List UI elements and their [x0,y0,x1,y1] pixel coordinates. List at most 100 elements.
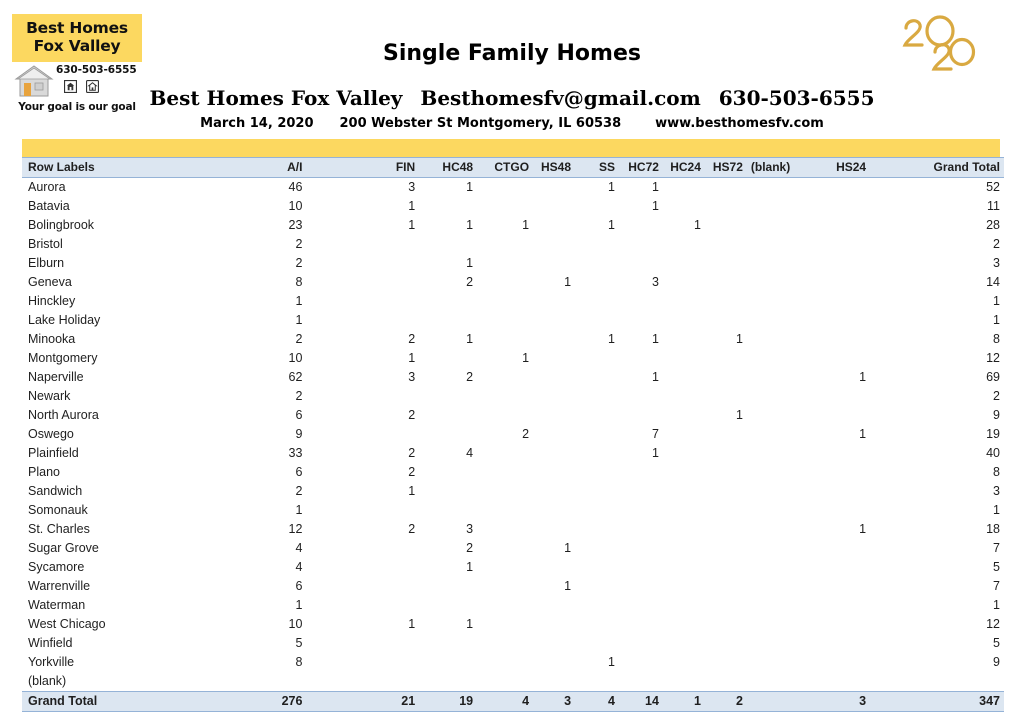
table-body: Aurora 46 3 1 1 1 52 Batavia 10 1 1 11 Bolingbrook 23… [22,178,1004,712]
cell-ai: 2 [295,256,303,270]
cell-hs24 [794,349,870,368]
cell-grand-total: 18 [986,522,1000,536]
cell-ai: 9 [295,427,303,441]
row-label[interactable]: Warrenville [22,577,247,596]
column-header-hs72[interactable]: HS72 [704,157,747,178]
row-label[interactable]: Oswego [22,425,247,444]
cell-hc48 [419,349,477,368]
cell-hs24 [794,577,870,596]
cell-grand-total: 3 [993,256,1000,270]
cell-blank [747,425,794,444]
row-label[interactable]: Geneva [22,273,247,292]
row-label[interactable]: Hinckley [22,292,247,311]
cell-hs24 [794,558,870,577]
row-label[interactable]: Batavia [22,197,247,216]
cell-fin: 2 [408,408,416,422]
table-row: St. Charles 12 2 3 1 18 [22,520,1004,539]
cell-hs72 [705,634,747,653]
cell-hs72 [705,463,747,482]
page-title: Single Family Homes [383,41,641,66]
column-header-grand-total[interactable]: Grand Total [870,157,1004,178]
cell-hs24 [794,672,870,692]
cell-grand-total: 12 [986,351,1000,365]
cell-ctgo [477,653,533,672]
row-label[interactable]: Plainfield [22,444,247,463]
row-label[interactable]: West Chicago [22,615,247,634]
cell-hs72 [705,577,747,596]
row-label[interactable]: North Aurora [22,406,247,425]
row-label[interactable]: Waterman [22,596,247,615]
column-header-hs24[interactable]: HS24 [794,157,871,178]
row-label[interactable]: Plano [22,463,247,482]
row-label[interactable]: Naperville [22,368,247,387]
row-label[interactable]: Newark [22,387,247,406]
cell-hs72 [705,311,747,330]
cell-grand-total: 3 [993,484,1000,498]
table-row: Bolingbrook 23 1 1 1 1 1 28 [22,216,1004,235]
column-header-hc24[interactable]: HC24 [662,157,705,178]
row-label[interactable]: Aurora [22,178,247,198]
row-label[interactable]: Montgomery [22,349,247,368]
cell-hs48 [533,178,575,198]
column-header-hs48[interactable]: HS48 [533,157,576,178]
cell-hs24 [794,653,870,672]
cell-grand-total: 9 [993,655,1000,669]
cell-ss: 1 [608,332,615,346]
cell-hc48 [419,672,477,692]
row-label[interactable]: Sandwich [22,482,247,501]
cell-grand-total: 1 [993,598,1000,612]
column-header-fin[interactable]: FIN [306,157,420,178]
cell-fin [306,292,419,311]
cell-hc72 [619,349,663,368]
column-header-row-labels[interactable]: Row Labels [22,157,247,178]
cell-fin: 1 [408,218,416,232]
row-label[interactable]: Elburn [22,254,247,273]
row-label[interactable]: Bristol [22,235,247,254]
cell-hc24 [663,539,705,558]
row-label[interactable]: Sugar Grove [22,539,247,558]
row-label[interactable]: Bolingbrook [22,216,247,235]
cell-hc24 [663,235,705,254]
row-label[interactable]: St. Charles [22,520,247,539]
cell-fin: 2 [408,465,416,479]
row-label[interactable]: Somonauk [22,501,247,520]
row-label[interactable]: Minooka [22,330,247,349]
year-2020-icon [898,12,976,74]
pivot-table-container: Row Labels A/I FIN HC48 CTGO HS48 SS HC7… [22,157,1004,712]
cell-hc48: 2 [466,370,474,384]
column-header-ss[interactable]: SS [575,157,619,178]
cell-ss: 1 [608,655,615,669]
row-label[interactable]: Winfield [22,634,247,653]
cell-hs72 [705,349,747,368]
cell-blank [747,501,794,520]
cell-fin [306,577,419,596]
column-header-hc72[interactable]: HC72 [618,157,663,178]
cell-hs72 [705,197,747,216]
cell-hs24 [794,235,870,254]
cell-fin: 2 [408,446,416,460]
cell-hc48 [419,653,477,672]
cell-hc72: 3 [651,275,659,289]
cell-hc72 [619,482,663,501]
cell-ss [575,672,619,692]
cell-ai: 62 [288,370,303,384]
cell-hs72 [705,653,747,672]
row-label[interactable]: Yorkville [22,653,247,672]
row-label[interactable]: (blank) [22,672,247,692]
cell-ai: 1 [295,313,303,327]
table-row: (blank) [22,672,1004,692]
row-label[interactable]: Sycamore [22,558,247,577]
column-header-ctgo[interactable]: CTGO [477,157,534,178]
row-label[interactable]: Lake Holiday [22,311,247,330]
table-header-row: Row Labels A/I FIN HC48 CTGO HS48 SS HC7… [22,157,1004,178]
cell-hs48 [533,387,575,406]
column-header-hc48[interactable]: HC48 [419,157,478,178]
cell-fin: 3 [408,180,416,194]
cell-grand-total: 69 [986,370,1000,384]
cell-ctgo [477,615,533,634]
cell-blank [747,273,794,292]
cell-blank [747,254,794,273]
column-header-blank[interactable]: (blank) [746,157,795,178]
cell-hs72 [705,254,747,273]
column-header-ai[interactable]: A/I [246,157,307,178]
